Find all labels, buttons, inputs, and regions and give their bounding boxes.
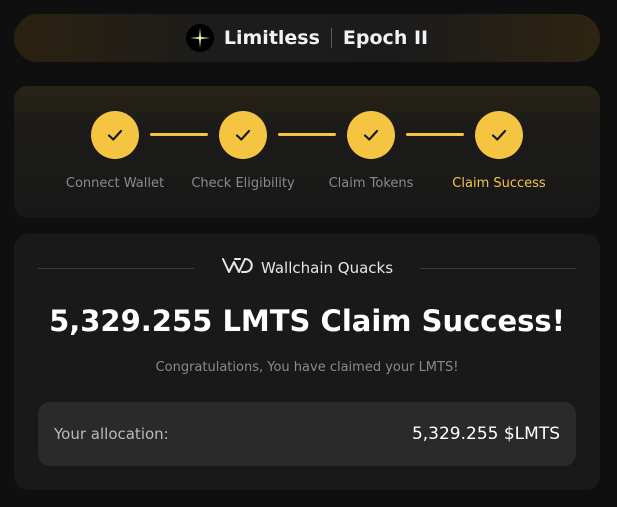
checkmark-icon — [219, 111, 267, 159]
step-connector — [406, 133, 464, 136]
success-title: 5,329.255 LMTS Claim Success! — [49, 304, 565, 338]
allocation-row: Your allocation: 5,329.255 $LMTS — [38, 402, 576, 466]
checkmark-icon — [475, 111, 523, 159]
app-title: Limitless — [223, 27, 320, 49]
allocation-value: 5,329.255 $LMTS — [411, 424, 560, 444]
claim-success-card: Wallchain Quacks 5,329.255 LMTS Claim Su… — [14, 234, 600, 490]
brand-name: Wallchain Quacks — [260, 259, 394, 277]
header-bar: Limitless Epoch II — [14, 14, 600, 62]
sparkle-star-icon — [185, 24, 214, 52]
checkmark-icon — [347, 111, 395, 159]
epoch-label: Epoch II — [342, 27, 429, 49]
header-divider — [330, 28, 332, 48]
step-label: Connect Wallet — [65, 176, 165, 191]
wallchain-logo-icon — [221, 256, 255, 280]
congrats-message: Congratulations, You have claimed your L… — [155, 360, 459, 375]
step-connector — [150, 133, 208, 136]
brand-heading: Wallchain Quacks — [14, 256, 600, 280]
progress-stepper: Connect Wallet Check Eligibility Claim T… — [14, 86, 600, 218]
step-label: Check Eligibility — [191, 176, 295, 191]
allocation-label: Your allocation: — [54, 425, 169, 443]
checkmark-icon — [91, 111, 139, 159]
step-label-active: Claim Success — [452, 176, 546, 191]
step-connector — [278, 133, 336, 136]
step-label: Claim Tokens — [328, 176, 414, 191]
